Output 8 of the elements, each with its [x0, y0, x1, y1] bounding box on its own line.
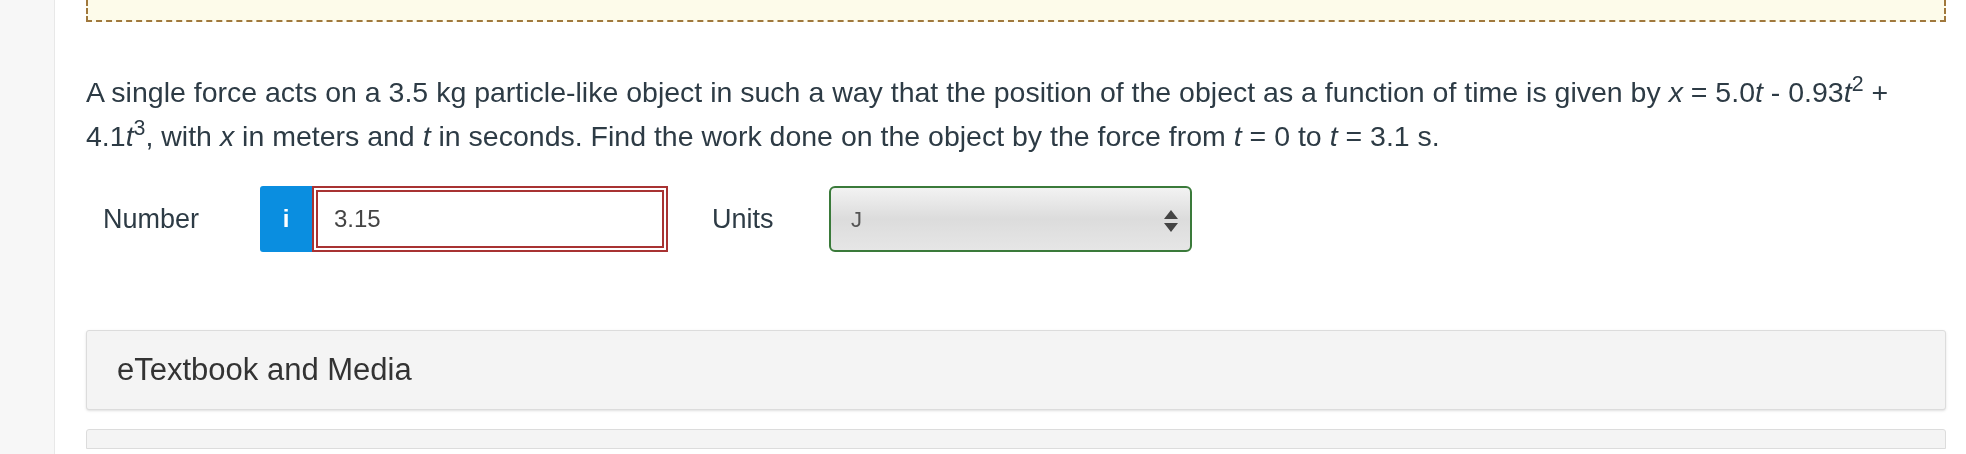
number-label: Number	[103, 202, 201, 236]
question-text: A single force acts on a 3.5 kg particle-like object in such a way that the position of the object as a function of time is given by x = 5.0t - 0.93t$^{2}$ + 4.1t$^{3}$, with x in meters and t in seconds. Find the work done on the object by the force from t = 0 to t = 3.1 s.	[86, 71, 1890, 154]
sort-arrows-icon	[1164, 210, 1178, 232]
media-panel[interactable]: eTextbook and Media	[86, 330, 1946, 410]
info-button[interactable]: i	[260, 186, 312, 252]
units-select[interactable]: J	[829, 186, 1192, 252]
units-label: Units	[712, 202, 775, 236]
number-input[interactable]: 3.15	[312, 186, 668, 252]
